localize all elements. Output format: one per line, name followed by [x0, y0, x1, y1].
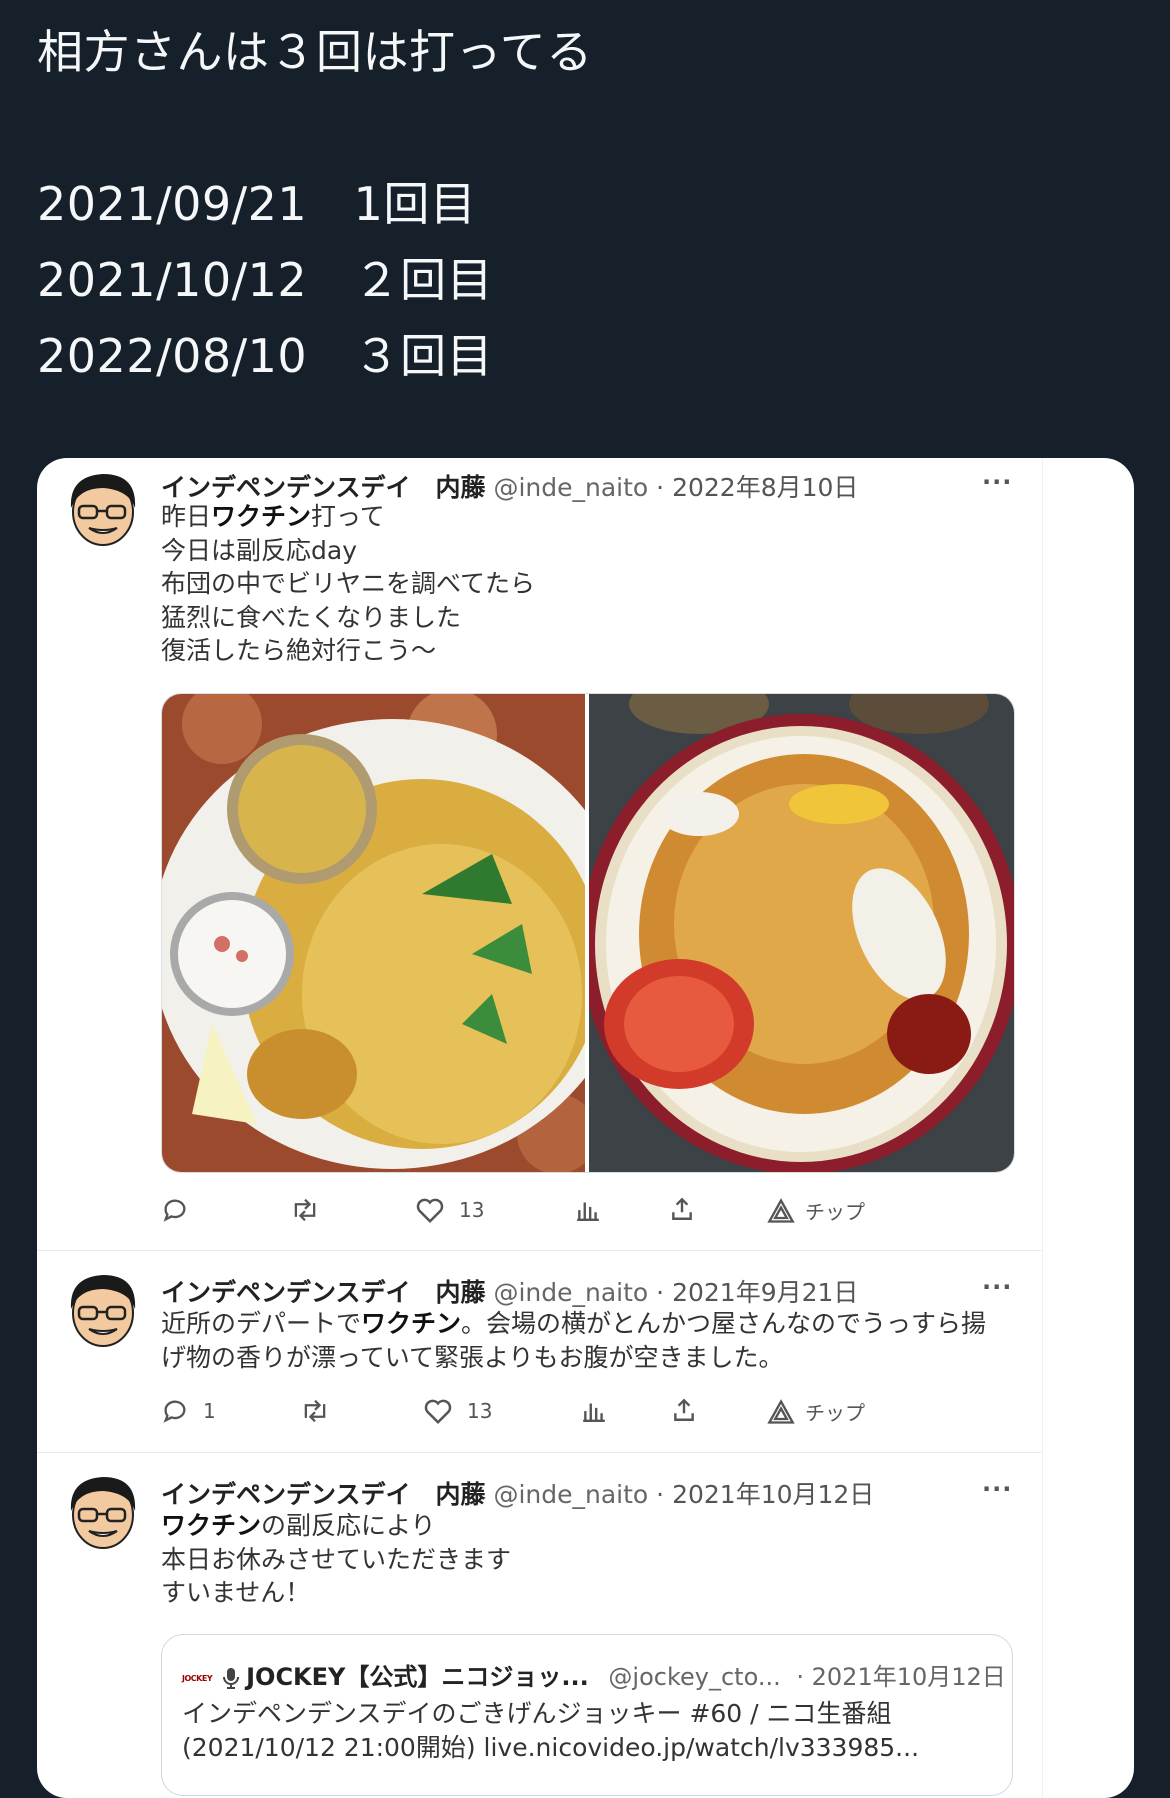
- tweet-date[interactable]: · 2021年10月12日: [656, 1480, 874, 1509]
- reply-icon: [163, 1400, 186, 1423]
- quoted-tweet[interactable]: JOCKEY JOCKEY【公式】ニコジョッ... @jockey_cto... …: [161, 1634, 1013, 1796]
- tweet-line: 昨日ワクチン打って: [161, 502, 385, 531]
- reply-button[interactable]: 1: [161, 1397, 216, 1425]
- tweet-actions: 1 13 チップ: [161, 1397, 921, 1431]
- author-name[interactable]: インデペンデンスデイ 内藤: [161, 1480, 486, 1509]
- share-button[interactable]: [671, 1397, 697, 1423]
- screenshot-card: インデペンデンスデイ 内藤 @inde_naito · 2022年8月10日 ·…: [37, 458, 1134, 1798]
- like-button[interactable]: 13: [415, 1196, 484, 1224]
- tweet-header: インデペンデンスデイ 内藤 @inde_naito · 2021年10月12日: [161, 1475, 874, 1511]
- post-blank-line: [37, 90, 593, 166]
- quoted-tweet-body: インデペンデンスデイのごきげんジョッキー #60 / ニコ生番組 (2021/10…: [182, 1697, 919, 1765]
- tweet-line: 今日は副反応day: [161, 535, 357, 565]
- retweet-icon: [294, 1198, 316, 1222]
- heart-icon: [416, 1198, 444, 1224]
- retweet-button[interactable]: [299, 1397, 331, 1425]
- author-handle[interactable]: @inde_naito: [493, 473, 648, 502]
- tweet-body: 近所のデパートでワクチン。会場の横がとんかつ屋さんなのでうっすら揚 げ物の香りが漂…: [161, 1307, 986, 1374]
- reply-icon: [163, 1199, 186, 1222]
- more-button[interactable]: ···: [982, 468, 1012, 496]
- tip-icon: [767, 1398, 795, 1424]
- quoted-line-2: (2021/10/12 21:00開始) live.nicovideo.jp/w…: [182, 1733, 920, 1762]
- quoted-line-1: インデペンデンスデイのごきげんジョッキー #60 / ニコ生番組: [182, 1699, 892, 1728]
- tip-label: チップ: [805, 1200, 865, 1224]
- retweet-icon: [304, 1399, 326, 1423]
- tweet-line: 本日お休みさせていただきます: [161, 1544, 512, 1574]
- tweet-2[interactable]: インデペンデンスデイ 内藤 @inde_naito · 2021年9月21日 ·…: [37, 1251, 1042, 1451]
- tweet-media[interactable]: [161, 693, 1015, 1173]
- tweet-body: 昨日ワクチン打って 今日は副反応day 布団の中でビリヤニを調べてたら 猛烈に食べたく…: [161, 500, 535, 668]
- tweet-date[interactable]: · 2021年9月21日: [656, 1278, 858, 1307]
- author-handle[interactable]: @inde_naito: [493, 1480, 648, 1509]
- quoted-tweet-header: JOCKEY JOCKEY【公式】ニコジョッ... @jockey_cto... …: [182, 1657, 1006, 1692]
- analytics-button[interactable]: [581, 1397, 607, 1423]
- author-handle[interactable]: @inde_naito: [493, 1278, 648, 1307]
- post-date-3: 2022/08/10 ３回目: [37, 329, 494, 383]
- tweet-1[interactable]: インデペンデンスデイ 内藤 @inde_naito · 2022年8月10日 ·…: [37, 458, 1042, 1250]
- like-button[interactable]: 13: [423, 1397, 492, 1425]
- reply-count: 1: [203, 1399, 216, 1423]
- post-date-2: 2021/10/12 ２回目: [37, 253, 494, 307]
- mic-icon: [222, 1667, 240, 1689]
- tweet-actions: 13 チップ: [161, 1196, 921, 1230]
- tweet-body: ワクチンの副反応により本日お休みさせていただきます すいません！: [161, 1509, 511, 1610]
- tweet-header: インデペンデンスデイ 内藤 @inde_naito · 2022年8月10日: [161, 468, 858, 504]
- tweet-line: 近所のデパートでワクチン。会場の横がとんかつ屋さんなのでうっすら揚: [161, 1309, 987, 1338]
- tweet-header: インデペンデンスデイ 内藤 @inde_naito · 2021年9月21日: [161, 1273, 858, 1309]
- avatar[interactable]: [65, 468, 141, 548]
- share-icon: [674, 1398, 694, 1421]
- tweet-line: 布団の中でビリヤニを調べてたら: [161, 569, 536, 598]
- jockey-logo: JOCKEY: [182, 1673, 213, 1683]
- card-column-border: [1042, 458, 1043, 1798]
- heart-icon: [424, 1399, 452, 1425]
- reply-button[interactable]: [161, 1196, 203, 1224]
- author-name[interactable]: インデペンデンスデイ 内藤: [161, 1278, 486, 1307]
- analytics-button[interactable]: [575, 1196, 601, 1222]
- more-button[interactable]: ···: [982, 1475, 1012, 1503]
- post-text: 相方さんは３回は打ってる 2021/09/21 1回目 2021/10/12 ２回…: [37, 14, 593, 394]
- post-date-1: 2021/09/21 1回目: [37, 177, 477, 231]
- share-icon: [672, 1197, 692, 1220]
- avatar[interactable]: [65, 1471, 141, 1551]
- tip-button[interactable]: チップ: [767, 1196, 865, 1225]
- avatar[interactable]: [65, 1269, 141, 1349]
- like-count: 13: [467, 1399, 493, 1423]
- quoted-author-name[interactable]: JOCKEY【公式】ニコジョッ...: [246, 1663, 589, 1691]
- tweet-line: 復活したら絶対行こう～: [161, 636, 437, 665]
- quoted-author-handle[interactable]: @jockey_cto...: [608, 1663, 780, 1691]
- share-button[interactable]: [669, 1196, 695, 1222]
- biryani-photo-right[interactable]: [589, 694, 1014, 1172]
- tip-button[interactable]: チップ: [767, 1397, 865, 1426]
- like-count: 13: [459, 1198, 485, 1222]
- tweet-date[interactable]: · 2022年8月10日: [656, 473, 858, 502]
- analytics-icon: [583, 1403, 605, 1423]
- tweet-line: 猛烈に食べたくなりました: [161, 602, 462, 632]
- tweet-line: げ物の香りが漂っていて緊張よりもお腹が空きました。: [161, 1342, 784, 1372]
- biryani-photo-left[interactable]: [162, 694, 585, 1172]
- quoted-tweet-date[interactable]: · 2021年10月12日: [796, 1663, 1005, 1691]
- tip-label: チップ: [805, 1401, 865, 1425]
- retweet-button[interactable]: [289, 1196, 321, 1224]
- tweet-line: すいません！: [161, 1578, 311, 1607]
- author-name[interactable]: インデペンデンスデイ 内藤: [161, 473, 486, 502]
- post-line-1: 相方さんは３回は打ってる: [37, 25, 593, 79]
- tweet-line: ワクチンの副反応により: [161, 1511, 436, 1540]
- more-button[interactable]: ···: [982, 1273, 1012, 1301]
- tip-icon: [767, 1197, 795, 1223]
- analytics-icon: [577, 1202, 599, 1222]
